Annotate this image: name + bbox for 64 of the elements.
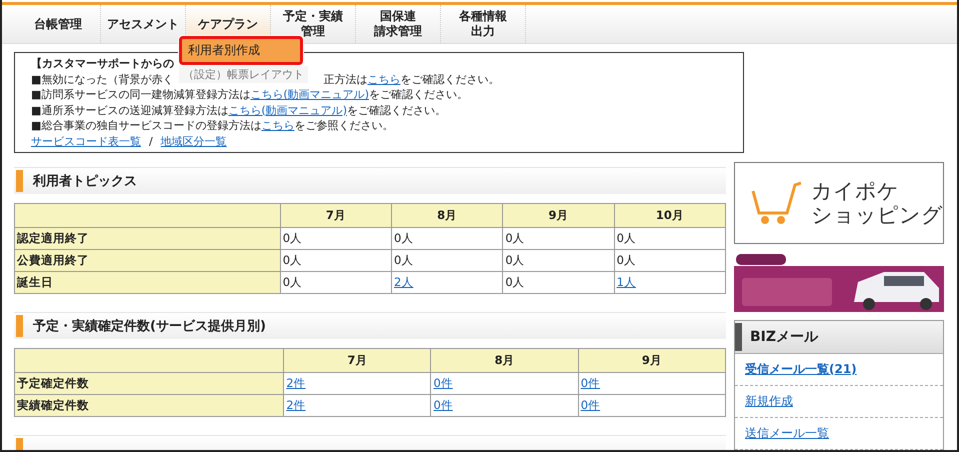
shop-logo-text: カイポケ ショッピング [811,179,943,227]
column-header: 9月 [578,348,726,372]
count-text: 0人 [282,253,302,267]
section-title: 利用者トピックス [33,173,137,190]
count-text: 0人 [616,253,636,267]
section-title: 予定・実績確定件数(サービス提供月別) [33,318,266,335]
count-text: 0人 [505,231,525,245]
count-link[interactable]: 0件 [433,376,453,390]
count-text: 0人 [616,231,636,245]
count-link[interactable]: 0件 [580,398,600,412]
notice-link[interactable]: こちら(動画マニュアル) [250,87,369,102]
shop-banner[interactable]: カイポケ ショッピング [734,162,944,244]
column-header: 9月 [502,204,614,228]
notice-text: をご確認ください。 [369,87,468,102]
column-header: 10月 [614,204,726,228]
column-header: 8月 [392,204,503,228]
row-header: 実績確定件数 [14,394,284,416]
nav-tab[interactable]: 台帳管理 [16,5,101,43]
count-text: 0人 [505,253,525,267]
notice-text: をご参照ください。 [294,118,394,134]
notice-text: をご確認ください。 [347,102,446,118]
count-link[interactable]: 2人 [394,275,414,289]
count-text: 0人 [394,253,414,267]
column-header: 7月 [284,348,431,372]
column-header: 8月 [430,348,578,372]
mail-link[interactable]: 新規作成 [745,393,793,410]
notice-link[interactable]: こちら(動画マニュアル) [228,102,347,118]
notice-link[interactable]: こちら [367,72,400,87]
notice-text: ■総合事業の独自サービスコードの登録方法は [31,118,262,134]
nav-tab[interactable]: 国保連 請求管理 [356,5,441,43]
mail-link[interactable]: 送信メール一覧 [745,425,829,442]
panel-marker [735,323,742,351]
notice-text: ■訪問系サービスの同一建物減算登録方法は [31,87,250,102]
count-text: 0人 [394,231,414,245]
section-marker [16,170,23,192]
menu-item[interactable]: （設定）帳票レイアウト [179,66,308,83]
notice-text: ■通所系サービスの送迎減算登録方法は [31,102,228,118]
notice-link[interactable]: こちら [261,118,294,134]
count-link[interactable]: 0件 [433,398,453,412]
row-header: 認定適用終了 [14,228,280,250]
menu-item[interactable]: 利用者別作成 [179,36,303,65]
section-marker [16,315,23,337]
count-link[interactable]: 0件 [580,376,600,390]
separator-text: / [149,134,153,149]
row-header: 予定確定件数 [14,372,284,394]
list-link[interactable]: 地域区分一覧 [160,134,227,149]
panel-title: BIZメール [750,328,818,346]
count-link[interactable]: 1人 [616,275,636,289]
count-link[interactable]: 2件 [286,376,306,390]
notice-text: をご確認ください。 [400,72,500,87]
list-link[interactable]: サービスコード表一覧 [31,134,141,149]
column-header: 7月 [280,204,392,228]
notice-text: ■無効になった（背景が赤く [31,72,174,87]
count-link[interactable]: 2件 [286,398,306,412]
notice-text: 正方法は [323,72,368,87]
count-text: 0人 [505,275,525,289]
cart-icon [751,181,803,225]
notice-title: 【カスタマーサポートからの [31,56,174,72]
count-text: 0人 [282,231,302,245]
mail-link[interactable]: 受信メール一覧(21) [745,361,857,378]
nav-tab[interactable]: 各種情報 出力 [441,5,526,43]
row-header: 公費適用終了 [14,250,280,272]
count-text: 0人 [282,275,302,289]
row-header: 誕生日 [14,272,280,294]
